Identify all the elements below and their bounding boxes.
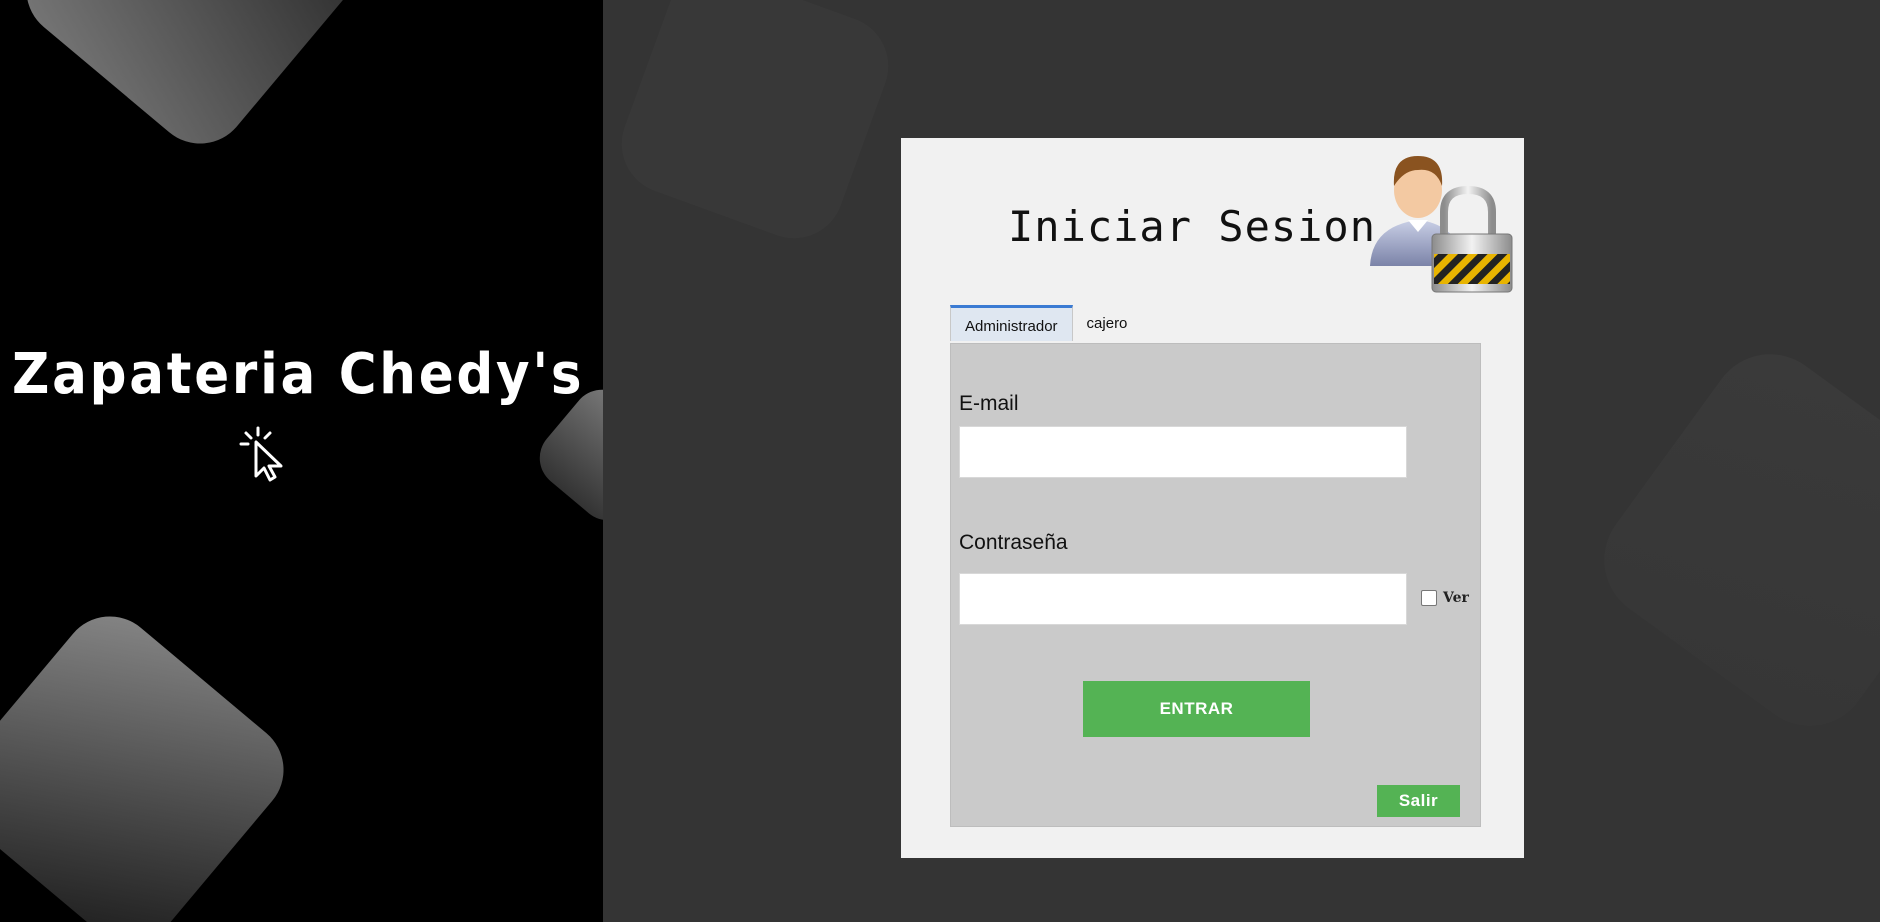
login-title: Iniciar Sesion [1008,202,1377,251]
show-password-toggle[interactable]: Ver [1421,590,1469,606]
login-card: Iniciar Sesion Administrador cajero E-ma… [901,138,1524,858]
login-tabs: Administrador cajero [950,305,1141,341]
background-decoration [6,0,374,164]
tab-administrador[interactable]: Administrador [950,305,1073,341]
tab-cajero[interactable]: cajero [1073,305,1142,341]
cursor-click-icon [239,426,283,482]
entrar-button[interactable]: ENTRAR [1083,681,1310,737]
user-lock-icon [1370,156,1513,293]
password-label: Contraseña [959,531,1068,554]
brand-title: Zapateria Chedy's [12,342,585,407]
password-field[interactable] [959,573,1407,625]
background-decoration [1580,330,1880,750]
email-label: E-mail [959,392,1019,415]
brand-panel: Zapateria Chedy's [0,0,603,922]
tab-panel-administrador: E-mail Contraseña Ver ENTRAR Salir [950,343,1481,827]
email-field[interactable] [959,426,1407,478]
background-decoration [607,0,903,253]
show-password-label: Ver [1443,590,1469,606]
salir-button[interactable]: Salir [1377,785,1460,817]
background-decoration [0,596,304,922]
show-password-checkbox[interactable] [1421,590,1437,606]
